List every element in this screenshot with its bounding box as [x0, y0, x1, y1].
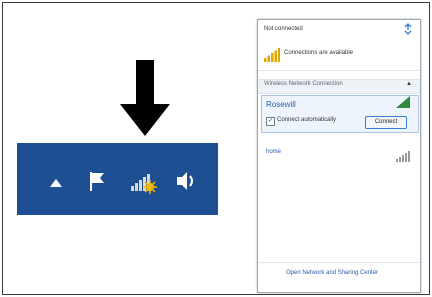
network-name[interactable]: Rosewill	[266, 100, 296, 109]
speaker-icon[interactable]	[175, 170, 197, 192]
flag-icon[interactable]	[89, 171, 105, 191]
signal-bars-icon	[264, 48, 280, 62]
refresh-icon[interactable]	[402, 23, 414, 35]
network-flyout: Not connected Connections are available …	[257, 19, 421, 293]
section-header-label: Wireless Network Connection	[264, 81, 343, 87]
signal-strength-icon	[396, 151, 410, 162]
network-sharing-center-link[interactable]: Open Network and Sharing Center	[286, 270, 378, 276]
network-name[interactable]: home	[266, 149, 281, 155]
divider	[258, 262, 420, 263]
connect-automatically-label: Connect automatically	[277, 117, 337, 123]
connect-button[interactable]: Connect	[365, 116, 407, 129]
arrow-up-icon[interactable]	[50, 179, 62, 187]
signal-strength-icon	[396, 96, 410, 108]
wifi-signal-icon[interactable]	[130, 169, 158, 195]
connect-automatically-checkbox[interactable]: ✓	[266, 117, 275, 126]
divider	[258, 70, 420, 71]
down-arrow-icon	[120, 60, 170, 136]
connection-status: Not connected	[264, 26, 303, 32]
connections-available-text: Connections are available	[284, 50, 354, 56]
collapse-icon[interactable]: ▲	[406, 81, 412, 87]
taskbar-tray	[17, 143, 218, 215]
